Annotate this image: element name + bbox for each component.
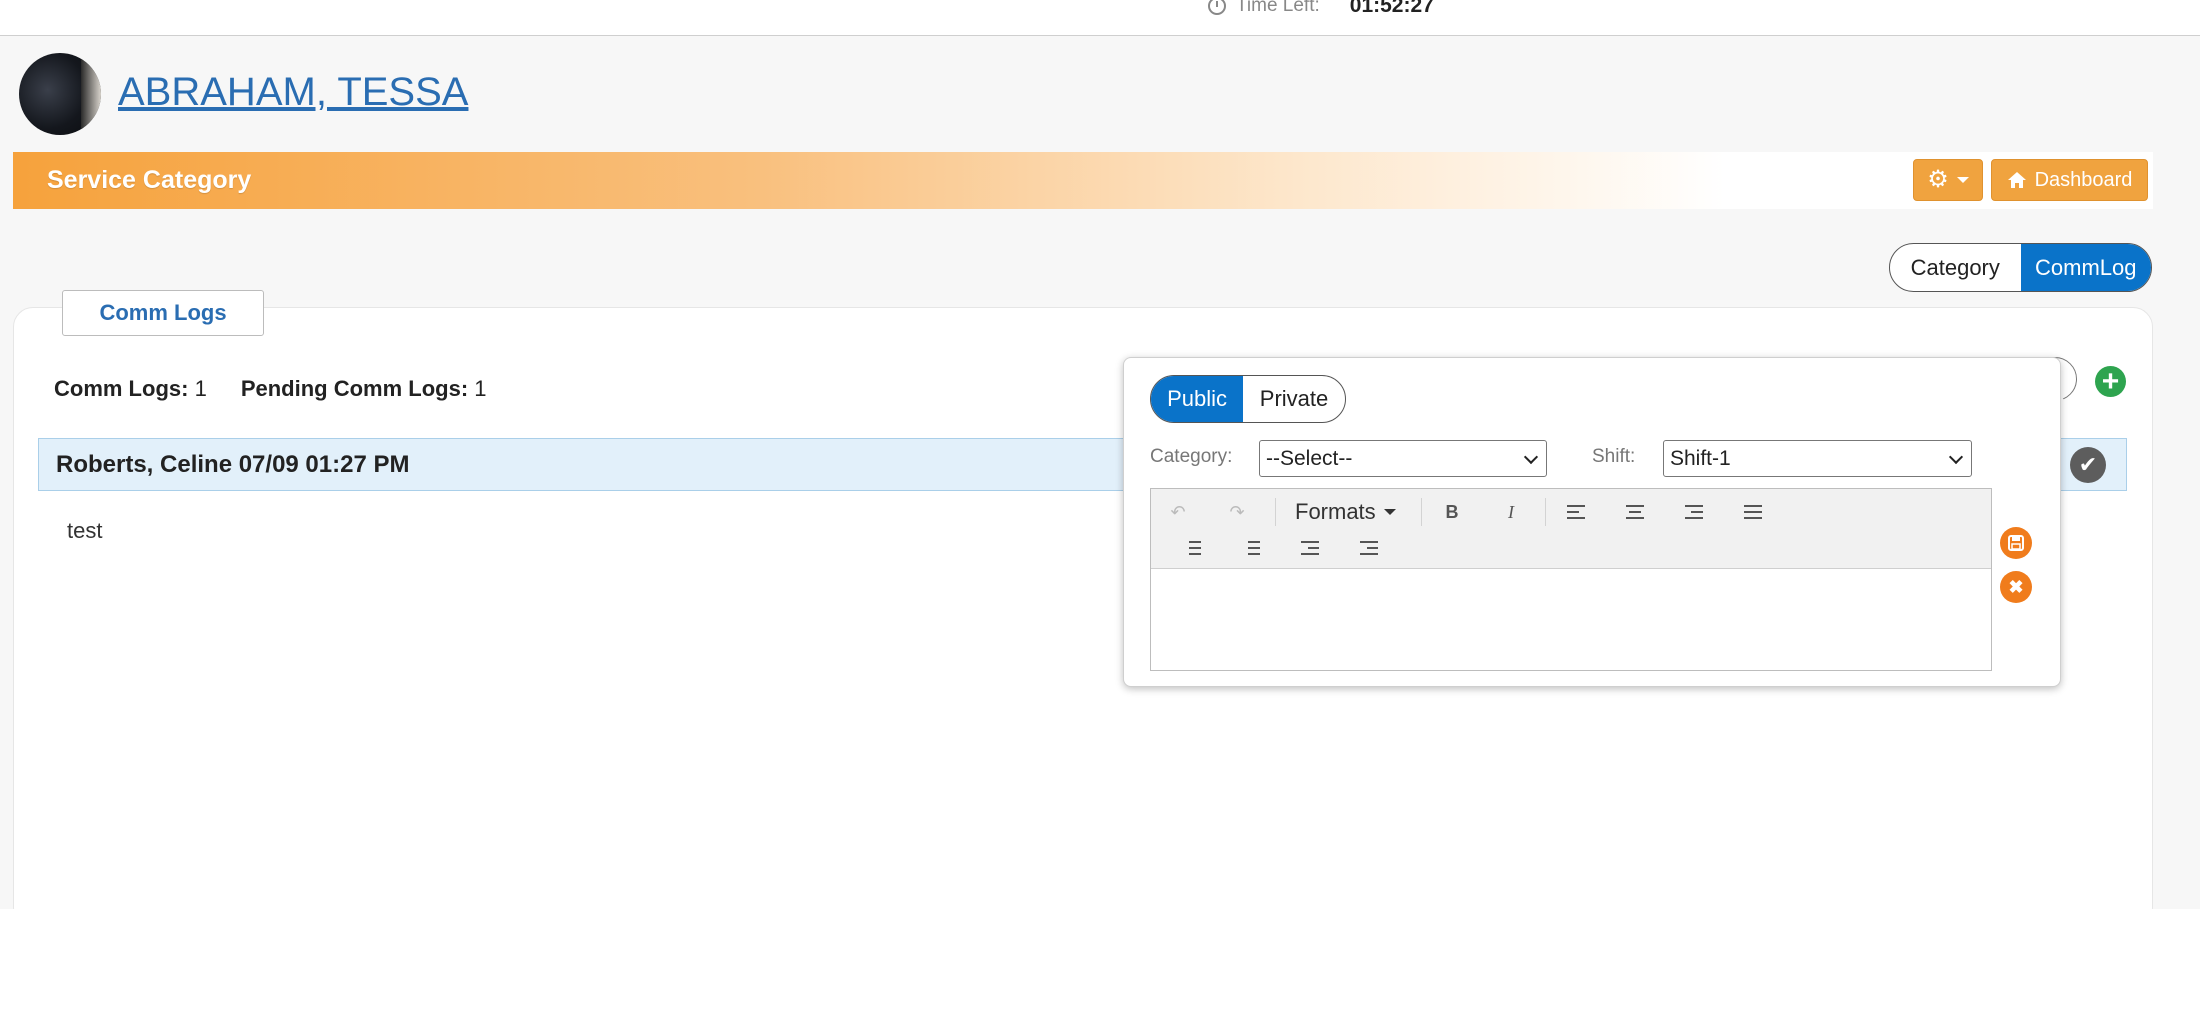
toggle-private[interactable]: Private <box>1243 376 1345 422</box>
undo-icon[interactable]: ↶ <box>1161 497 1195 527</box>
check-icon[interactable]: ✔ <box>2070 447 2106 483</box>
session-timer: Time Left: 01:52:27 <box>1208 0 1434 18</box>
pending-comm-logs-count: Pending Comm Logs: 1 <box>241 376 487 402</box>
avatar <box>19 53 101 135</box>
toggle-commlog[interactable]: CommLog <box>2020 244 2151 291</box>
tab-comm-logs[interactable]: Comm Logs <box>62 290 264 336</box>
chevron-down-icon <box>1523 449 1539 465</box>
caret-down-icon <box>1956 177 1969 183</box>
gear-icon: ⚙ <box>1927 166 1949 193</box>
italic-button[interactable]: I <box>1494 497 1528 527</box>
toolbar-divider <box>1545 498 1546 526</box>
popover-arrow <box>2060 396 2074 422</box>
comm-logs-count-label: Comm Logs: <box>54 376 189 401</box>
chevron-down-icon <box>1948 449 1964 465</box>
formats-dropdown[interactable]: Formats <box>1295 497 1396 527</box>
pending-count-label: Pending Comm Logs: <box>240 376 469 401</box>
comm-log-counts: Comm Logs: 1 Pending Comm Logs: 1 <box>54 376 487 402</box>
editor-toolbar: ↶ ↷ Formats B I <box>1151 489 1991 569</box>
app-frame: Time Left: 01:52:27 ABRAHAM, TESSA Servi… <box>0 0 2200 909</box>
settings-dropdown-button[interactable]: ⚙ <box>1913 159 1983 201</box>
shift-label: Shift: <box>1592 446 1636 467</box>
comm-logs-count-value: 1 <box>194 376 207 401</box>
shift-select-value: Shift-1 <box>1670 446 1731 470</box>
home-icon <box>2007 172 2026 188</box>
align-left-icon[interactable] <box>1559 497 1593 527</box>
add-comm-log-icon[interactable]: + <box>2095 366 2126 397</box>
dashboard-label: Dashboard <box>2034 168 2133 191</box>
view-toggle: Category CommLog <box>1889 243 2152 292</box>
page-header-band: Service Category ⚙ Dashboard <box>13 152 2153 209</box>
visibility-toggle: Public Private <box>1150 375 1346 423</box>
redo-icon[interactable]: ↷ <box>1220 497 1254 527</box>
align-center-icon[interactable] <box>1618 497 1652 527</box>
formats-label: Formats <box>1295 499 1376 524</box>
pending-count-value: 1 <box>474 376 487 401</box>
category-select[interactable]: --Select-- <box>1259 440 1547 477</box>
dashboard-button[interactable]: Dashboard <box>1991 159 2148 201</box>
category-label: Category: <box>1150 446 1233 467</box>
save-icon[interactable] <box>2000 527 2032 559</box>
timer-value: 01:52:27 <box>1349 0 1434 17</box>
outdent-icon[interactable] <box>1293 533 1327 563</box>
rich-text-editor: ↶ ↷ Formats B I <box>1150 488 1992 671</box>
toolbar-divider <box>1421 498 1422 526</box>
timer-label: Time Left: <box>1236 0 1320 16</box>
shift-select[interactable]: Shift-1 <box>1663 440 1972 477</box>
align-justify-icon[interactable] <box>1736 497 1770 527</box>
category-select-value: --Select-- <box>1266 446 1353 470</box>
toggle-category[interactable]: Category <box>1890 244 2021 291</box>
numbered-list-icon[interactable] <box>1234 533 1268 563</box>
comm-logs-count: Comm Logs: 1 <box>54 376 207 402</box>
patient-name-link[interactable]: ABRAHAM, TESSA <box>118 70 468 115</box>
align-right-icon[interactable] <box>1677 497 1711 527</box>
bullet-list-icon[interactable] <box>1175 533 1209 563</box>
bold-button[interactable]: B <box>1435 497 1469 527</box>
comm-log-entry-body: test <box>67 518 103 543</box>
editor-content-area[interactable] <box>1151 569 1991 670</box>
toolbar-divider <box>1275 498 1276 526</box>
new-comm-log-popover: Public Private Category: --Select-- Shif… <box>1123 357 2061 687</box>
cancel-icon[interactable]: ✖ <box>2000 571 2032 603</box>
toggle-public[interactable]: Public <box>1151 376 1244 422</box>
clock-icon <box>1208 0 1226 15</box>
page-title: Service Category <box>47 166 252 194</box>
indent-icon[interactable] <box>1352 533 1386 563</box>
top-bar: Time Left: 01:52:27 <box>0 0 2200 36</box>
caret-down-icon <box>1383 509 1396 515</box>
